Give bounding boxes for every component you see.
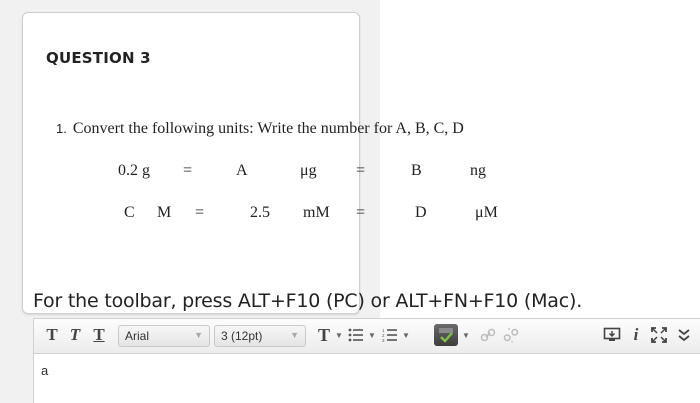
row2-value: 2.5 (250, 204, 270, 221)
row1-unit-ug: μg (300, 162, 317, 179)
text-color-icon[interactable]: T (314, 324, 334, 346)
underline-t-icon[interactable]: T (89, 324, 109, 346)
row2-unit-mm: mM (303, 204, 330, 221)
font-family-select[interactable]: Arial ▼ (118, 325, 210, 347)
row2-equals-1: = (195, 204, 205, 221)
text-color-dropdown-icon[interactable]: ▼ (335, 324, 343, 346)
editor-toolbar: T T T Arial ▼ 3 (12pt) ▼ T ▼ ▼ 123 ▼ ▼ i (34, 319, 700, 354)
numbered-list-dropdown-icon[interactable]: ▼ (402, 324, 410, 346)
link-icon[interactable] (478, 324, 498, 346)
row1-placeholder-b: B (411, 162, 422, 179)
italic-t-icon[interactable]: T (65, 324, 85, 346)
fullscreen-icon[interactable] (649, 324, 669, 346)
row2-unit-um: μM (475, 204, 498, 221)
row1-placeholder-a: A (236, 162, 248, 179)
chevron-down-icon: ▼ (194, 330, 203, 340)
font-size-select[interactable]: 3 (12pt) ▼ (214, 325, 306, 347)
font-size-value: 3 (12pt) (221, 329, 263, 343)
editor-content[interactable]: a (41, 363, 48, 378)
row1-equals-1: = (183, 162, 193, 179)
spellcheck-icon[interactable] (434, 324, 458, 346)
row2-placeholder-d: D (415, 204, 427, 221)
row2-placeholder-c: C (124, 204, 135, 221)
toolbar-instructions: For the toolbar, press ALT+F10 (PC) or A… (33, 290, 583, 312)
rich-text-editor: T T T Arial ▼ 3 (12pt) ▼ T ▼ ▼ 123 ▼ ▼ i… (33, 318, 700, 403)
bold-t-icon[interactable]: T (42, 324, 62, 346)
font-family-value: Arial (125, 329, 150, 343)
preview-icon[interactable] (602, 324, 622, 346)
row1-value: 0.2 g (118, 162, 150, 179)
unlink-icon[interactable] (501, 324, 521, 346)
bullet-list-icon[interactable] (346, 324, 366, 346)
question-number: 1. (56, 121, 67, 136)
row1-equals-2: = (356, 162, 366, 179)
bullet-list-dropdown-icon[interactable]: ▼ (368, 324, 376, 346)
row1-unit-ng: ng (470, 162, 486, 179)
numbered-list-icon[interactable]: 123 (380, 324, 400, 346)
spellcheck-dropdown-icon[interactable]: ▼ (462, 324, 470, 346)
chevron-down-icon: ▼ (290, 330, 299, 340)
question-title: QUESTION 3 (46, 49, 151, 67)
row2-unit-m: M (157, 204, 172, 221)
prompt-text: Convert the following units: Write the n… (72, 120, 464, 137)
collapse-icon[interactable] (674, 324, 694, 346)
svg-text:3: 3 (382, 338, 385, 342)
row2-equals-2: = (356, 204, 366, 221)
info-icon[interactable]: i (628, 324, 644, 346)
question-prompt: 1. Convert the following units: Write the… (56, 120, 464, 138)
